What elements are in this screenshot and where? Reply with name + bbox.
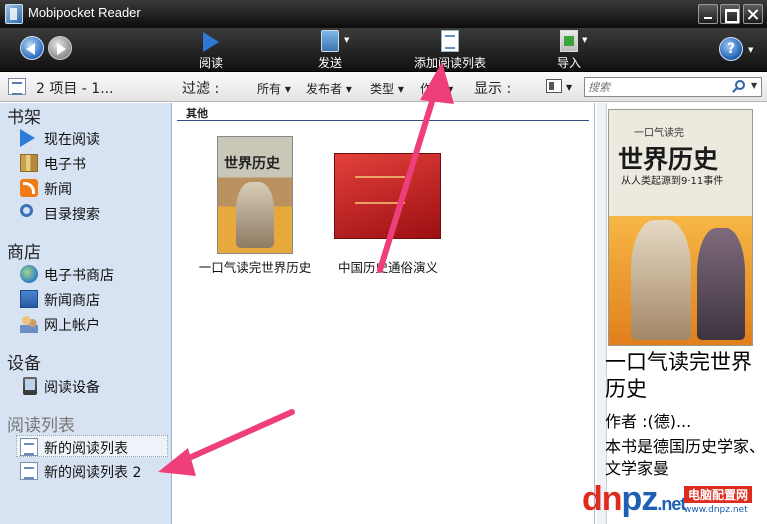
cover-figure-image bbox=[236, 182, 274, 248]
sidebar-item-label: 现在阅读 bbox=[44, 132, 100, 148]
preview-cover-sub: 从人类起源到9·11事件 bbox=[621, 176, 724, 187]
cover-figure-image bbox=[631, 220, 691, 340]
books-icon bbox=[20, 154, 38, 172]
read-label: 阅读 bbox=[198, 56, 223, 70]
add-reading-list-label: 添加阅读列表 bbox=[413, 56, 486, 70]
send-label: 发送 bbox=[317, 56, 342, 70]
toolbar: 阅读 发送 ▼ 添加阅读列表 导入 ▼ ? ▼ bbox=[0, 28, 767, 72]
view-mode-icon[interactable] bbox=[546, 79, 562, 93]
sidebar-item-reading-list-1[interactable]: 新的阅读列表 bbox=[16, 435, 168, 457]
preview-cover: 一口气读完 世界历史 从人类起源到9·11事件 bbox=[608, 109, 753, 346]
device-icon bbox=[23, 377, 37, 395]
search-box[interactable]: ▼ bbox=[584, 77, 762, 97]
sidebar: 书架 现在阅读 电子书 新闻 目录搜索 商店 电子书商店 新闻商店 网上帐户 设… bbox=[0, 103, 172, 524]
sidebar-item-label: 新闻商店 bbox=[44, 293, 100, 309]
import-dropdown-icon[interactable]: ▼ bbox=[582, 36, 587, 44]
app-icon bbox=[5, 4, 23, 24]
send-dropdown-icon[interactable]: ▼ bbox=[344, 36, 349, 44]
preview-description: 本书是德国历史学家、文学家曼 bbox=[605, 437, 766, 478]
sidebar-item-label: 网上帐户 bbox=[44, 318, 100, 334]
device-send-icon bbox=[321, 30, 339, 52]
sidebar-item-label: 目录搜索 bbox=[44, 207, 100, 223]
watermark-logo: dnpz.net bbox=[582, 480, 686, 519]
book-title-1[interactable]: 一口气读完世界历史 bbox=[197, 261, 313, 275]
watermark-logo-blue: pz bbox=[621, 480, 659, 518]
preview-cover-title: 世界历史 bbox=[618, 145, 719, 174]
filter-all-label: 所有 bbox=[257, 82, 282, 96]
maximize-button[interactable] bbox=[720, 4, 740, 24]
send-button[interactable]: 发送 bbox=[312, 30, 348, 70]
title-bar: Mobipocket Reader bbox=[0, 0, 767, 28]
cover-title: 世界历史 bbox=[224, 156, 280, 172]
filter-bar: 2 项目 - 1... 过滤 : 所有 ▾ 发布者 ▾ 类型 ▾ 作... ▾ … bbox=[0, 72, 767, 102]
help-button[interactable]: ? bbox=[719, 37, 743, 61]
book-cover-1[interactable]: 世界历史 bbox=[217, 136, 293, 254]
display-label: 显示 : bbox=[474, 81, 512, 97]
magnifier-icon bbox=[20, 204, 33, 217]
close-button[interactable] bbox=[743, 4, 763, 24]
reading-list-icon bbox=[20, 438, 38, 456]
search-dropdown-icon[interactable]: ▼ bbox=[751, 81, 757, 90]
sidebar-item-label: 新闻 bbox=[44, 182, 72, 198]
filter-publisher-dropdown[interactable]: 发布者 ▾ bbox=[306, 80, 352, 97]
play-icon bbox=[203, 32, 219, 52]
filter-author-dropdown[interactable]: 作... ▾ bbox=[420, 80, 453, 97]
section-store: 商店 bbox=[7, 243, 41, 263]
filter-type-label: 类型 bbox=[370, 82, 395, 96]
rss-icon bbox=[20, 179, 38, 197]
back-button[interactable] bbox=[20, 36, 44, 60]
group-divider bbox=[177, 120, 589, 121]
preview-cover-small: 一口气读完 bbox=[634, 128, 684, 139]
sidebar-item-label: 电子书商店 bbox=[44, 268, 114, 284]
import-label: 导入 bbox=[556, 56, 581, 70]
import-icon bbox=[560, 30, 578, 52]
forward-button[interactable] bbox=[48, 36, 72, 60]
filter-author-label: 作... bbox=[420, 82, 444, 96]
section-reading-lists: 阅读列表 bbox=[7, 416, 75, 436]
filter-all-dropdown[interactable]: 所有 ▾ bbox=[257, 80, 291, 97]
preview-title: 一口气读完世界历史 bbox=[605, 350, 752, 401]
help-dropdown-icon[interactable]: ▼ bbox=[748, 46, 753, 54]
filter-type-dropdown[interactable]: 类型 ▾ bbox=[370, 80, 404, 97]
sidebar-item-label: 新的阅读列表 2 bbox=[44, 465, 142, 481]
sidebar-item-label: 电子书 bbox=[44, 157, 86, 173]
filter-publisher-label: 发布者 bbox=[306, 82, 343, 96]
sidebar-item-label: 新的阅读列表 bbox=[44, 441, 128, 457]
watermark-logo-suffix: .net bbox=[657, 494, 686, 514]
add-reading-list-button[interactable]: 添加阅读列表 bbox=[408, 30, 492, 70]
reading-list-icon bbox=[20, 462, 38, 480]
book-cover-2[interactable] bbox=[334, 153, 441, 239]
list-view-icon bbox=[8, 78, 26, 95]
play-icon bbox=[20, 129, 35, 147]
import-button[interactable]: 导入 bbox=[552, 30, 586, 70]
search-icon[interactable] bbox=[735, 80, 745, 90]
group-heading: 其他 bbox=[186, 107, 208, 120]
minimize-button[interactable] bbox=[698, 4, 718, 24]
window-title: Mobipocket Reader bbox=[28, 5, 141, 20]
section-bookshelf: 书架 bbox=[7, 108, 41, 128]
watermark-tag: 电脑配置网 bbox=[684, 486, 753, 503]
globe-icon bbox=[20, 265, 38, 283]
item-count: 2 项目 - 1... bbox=[36, 81, 114, 97]
book-title-2[interactable]: 中国历史通俗演义 bbox=[333, 261, 443, 275]
read-button[interactable]: 阅读 bbox=[193, 30, 229, 70]
library-view: 其他 世界历史 一口气读完世界历史 中国历史通俗演义 bbox=[173, 103, 593, 524]
cover-figure-image bbox=[697, 228, 745, 340]
users-icon bbox=[20, 315, 38, 333]
sidebar-item-label: 阅读设备 bbox=[44, 380, 100, 396]
preview-pane: 一口气读完 世界历史 从人类起源到9·11事件 一口气读完世界历史 作者 :(德… bbox=[594, 103, 767, 524]
search-input[interactable] bbox=[588, 79, 728, 95]
section-devices: 设备 bbox=[7, 354, 41, 374]
reading-list-icon bbox=[441, 30, 459, 52]
site-watermark: dnpz.net 电脑配置网 www.dnpz.net bbox=[580, 480, 767, 524]
app-window: Mobipocket Reader 阅读 发送 ▼ 添加阅读列表 导入 ▼ ? … bbox=[0, 0, 767, 524]
watermark-logo-red: dn bbox=[582, 480, 623, 518]
watermark-url: www.dnpz.net bbox=[684, 505, 748, 515]
preview-author: 作者 :(德)... bbox=[605, 412, 692, 431]
view-mode-dropdown-icon[interactable]: ▼ bbox=[566, 83, 572, 92]
news-store-icon bbox=[20, 290, 38, 308]
filter-label: 过滤 : bbox=[182, 81, 220, 97]
